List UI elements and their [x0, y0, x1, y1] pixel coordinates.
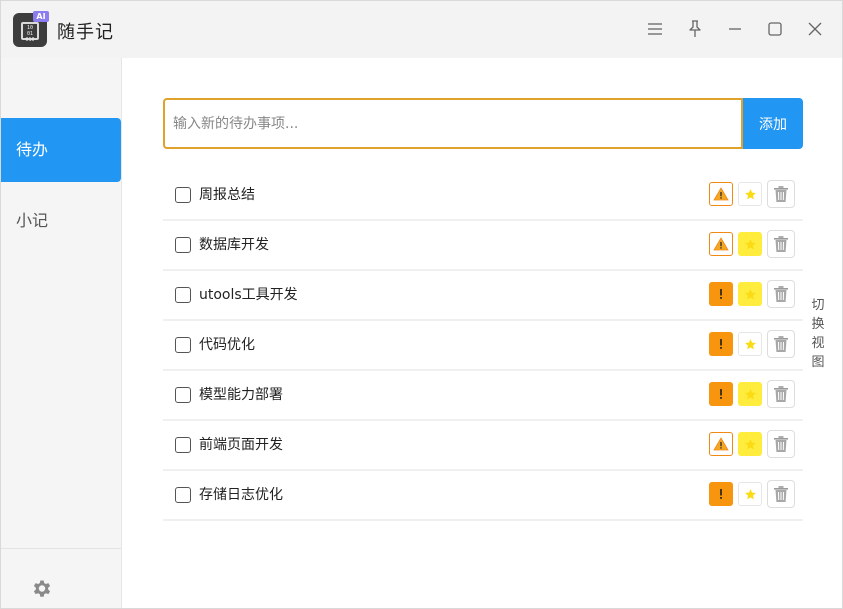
sidebar-divider — [1, 548, 121, 549]
switch-view-button[interactable]: 切换视图 — [809, 296, 827, 372]
star-button[interactable] — [738, 332, 762, 356]
trash-icon — [774, 486, 788, 502]
exclamation-icon — [720, 389, 722, 399]
star-icon — [744, 388, 756, 399]
todo-checkbox[interactable] — [175, 337, 191, 353]
minimize-button[interactable] — [721, 15, 749, 43]
chip-text: 10 01 010 — [25, 25, 35, 43]
delete-button[interactable] — [767, 230, 795, 258]
priority-button[interactable] — [709, 182, 733, 206]
todo-checkbox[interactable] — [175, 487, 191, 503]
trash-icon — [774, 236, 788, 252]
menu-icon — [648, 23, 662, 35]
pin-icon — [689, 20, 701, 37]
trash-icon — [774, 286, 788, 302]
todo-label: 周报总结 — [199, 187, 255, 203]
todo-checkbox[interactable] — [175, 237, 191, 253]
star-button[interactable] — [738, 232, 762, 256]
delete-button[interactable] — [767, 480, 795, 508]
maximize-icon — [768, 22, 782, 36]
sidebar-item-todo[interactable]: 待办 — [1, 118, 121, 182]
todo-row: 存储日志优化 — [163, 471, 803, 521]
title-bar: 10 01 010 AI 随手记 — [1, 1, 842, 58]
trash-icon — [774, 186, 788, 202]
sidebar-item-notes[interactable]: 小记 — [1, 189, 121, 253]
delete-button[interactable] — [767, 280, 795, 308]
todo-checkbox[interactable] — [175, 287, 191, 303]
app-title: 随手记 — [57, 22, 114, 43]
close-button[interactable] — [801, 15, 829, 43]
todo-row: utools工具开发 — [163, 271, 803, 321]
app-window: 10 01 010 AI 随手记 待办 小记 输入新的待办事项... 添加 周报… — [0, 0, 843, 609]
todo-label: 代码优化 — [199, 337, 255, 353]
todo-row: 数据库开发 — [163, 221, 803, 271]
todo-label: 模型能力部署 — [199, 387, 283, 403]
priority-button[interactable] — [709, 282, 733, 306]
delete-button[interactable] — [767, 430, 795, 458]
delete-button[interactable] — [767, 380, 795, 408]
sidebar: 待办 小记 — [1, 58, 122, 608]
star-button[interactable] — [738, 432, 762, 456]
todo-checkbox[interactable] — [175, 437, 191, 453]
star-icon — [744, 238, 756, 249]
star-button[interactable] — [738, 182, 762, 206]
app-logo: 10 01 010 AI — [13, 11, 49, 47]
todo-checkbox[interactable] — [175, 387, 191, 403]
delete-button[interactable] — [767, 330, 795, 358]
new-todo-row: 添加 — [163, 98, 803, 149]
todo-list: 周报总结数据库开发 utools工具开发 代码优化模型能力部署 前端页面开发 存储日志优… — [163, 171, 803, 521]
gear-icon — [33, 580, 51, 597]
exclamation-icon — [720, 339, 722, 349]
ai-badge: AI — [33, 11, 49, 22]
warning-icon — [713, 437, 729, 451]
new-todo-input[interactable] — [163, 98, 743, 149]
delete-button[interactable] — [767, 180, 795, 208]
star-icon — [744, 188, 756, 199]
star-icon — [744, 288, 756, 299]
warning-icon — [713, 237, 729, 251]
priority-button[interactable] — [709, 332, 733, 356]
star-icon — [744, 488, 756, 499]
todo-label: 存储日志优化 — [199, 487, 283, 503]
settings-button[interactable] — [30, 577, 54, 601]
star-button[interactable] — [738, 482, 762, 506]
trash-icon — [774, 386, 788, 402]
menu-button[interactable] — [641, 15, 669, 43]
priority-button[interactable] — [709, 432, 733, 456]
todo-row: 模型能力部署 — [163, 371, 803, 421]
warning-icon — [713, 187, 729, 201]
todo-label: 前端页面开发 — [199, 437, 283, 453]
pin-button[interactable] — [681, 15, 709, 43]
exclamation-icon — [720, 489, 722, 499]
star-button[interactable] — [738, 282, 762, 306]
trash-icon — [774, 436, 788, 452]
todo-checkbox[interactable] — [175, 187, 191, 203]
star-button[interactable] — [738, 382, 762, 406]
priority-button[interactable] — [709, 382, 733, 406]
close-icon — [808, 22, 822, 36]
chip-icon: 10 01 010 — [21, 22, 39, 43]
todo-row: 代码优化 — [163, 321, 803, 371]
exclamation-icon — [720, 289, 722, 299]
maximize-button[interactable] — [761, 15, 789, 43]
trash-icon — [774, 336, 788, 352]
minimize-icon — [729, 28, 741, 30]
todo-row: 前端页面开发 — [163, 421, 803, 471]
todo-label: 数据库开发 — [199, 237, 269, 253]
star-icon — [744, 438, 756, 449]
todo-label: utools工具开发 — [199, 287, 298, 303]
todo-row: 周报总结 — [163, 171, 803, 221]
add-button[interactable]: 添加 — [743, 98, 803, 149]
priority-button[interactable] — [709, 232, 733, 256]
priority-button[interactable] — [709, 482, 733, 506]
star-icon — [744, 338, 756, 349]
